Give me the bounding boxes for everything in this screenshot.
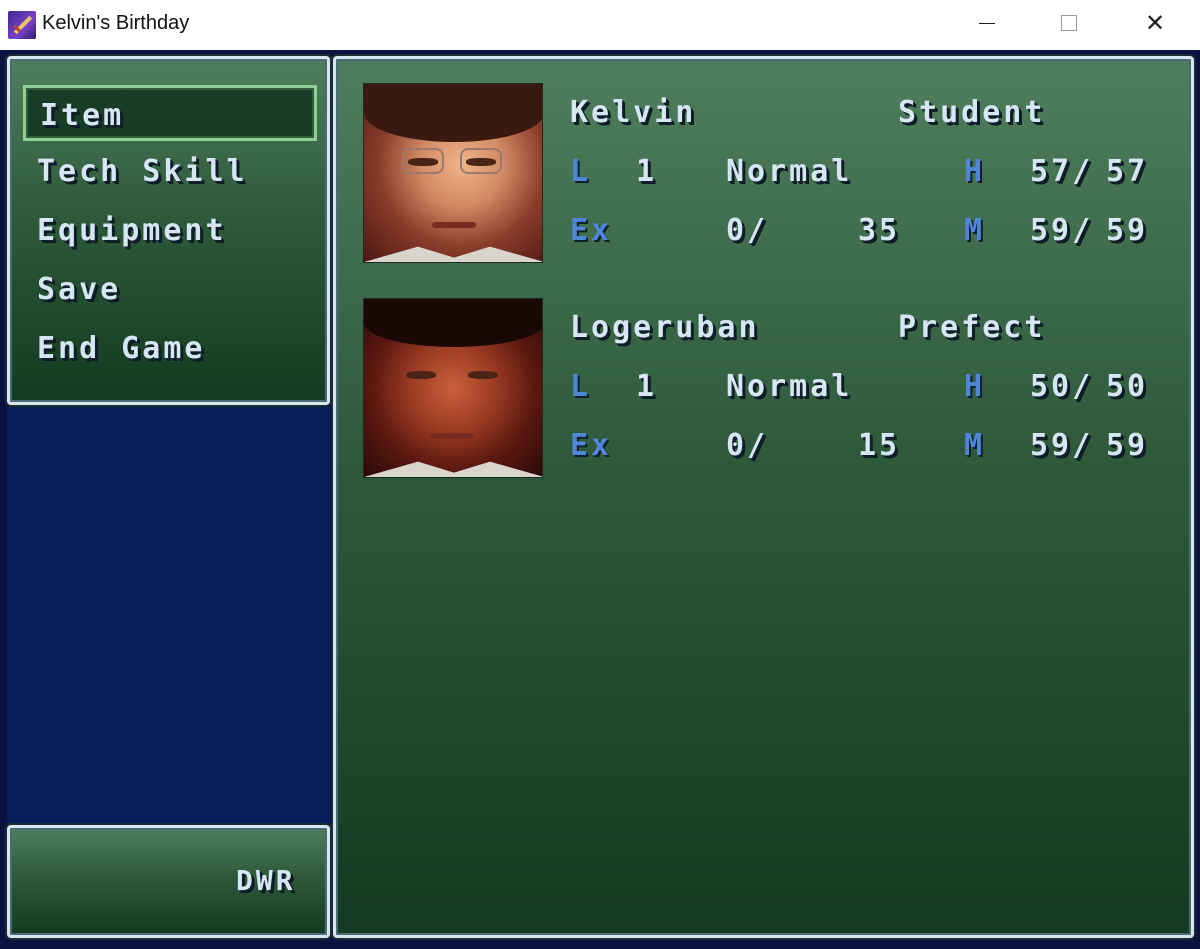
state-value: Normal <box>726 154 853 189</box>
title-bar: Kelvin's Birthday ✕ <box>0 0 1200 50</box>
actor-class: Student <box>898 95 1046 130</box>
exp-label: Ex <box>570 428 613 463</box>
mp-max: 59 <box>1106 428 1149 463</box>
actor-portrait-kelvin[interactable] <box>363 83 543 263</box>
exp-value: 0/ <box>726 428 769 463</box>
exp-next: 35 <box>858 213 901 248</box>
window-title: Kelvin's Birthday <box>42 12 190 34</box>
hp-label: H <box>964 154 986 189</box>
state-value: Normal <box>726 369 853 404</box>
game-screen: Item Tech Skill Equipment Save End Game … <box>0 50 1200 949</box>
gold-window: DWR <box>7 825 330 938</box>
menu-item-equipment[interactable]: Equipment <box>23 203 317 259</box>
mp-max: 59 <box>1106 213 1149 248</box>
hp-max: 50 <box>1106 369 1149 404</box>
maximize-icon[interactable] <box>1046 0 1092 46</box>
level-label: L <box>570 154 592 189</box>
currency-label: DWR <box>236 864 296 897</box>
actor-name[interactable]: Kelvin <box>570 93 696 133</box>
hp-value: 50/ <box>1030 369 1094 404</box>
hp-max: 57 <box>1106 154 1149 189</box>
hp-label: H <box>964 369 986 404</box>
menu-item-end-game[interactable]: End Game <box>23 321 317 377</box>
mp-value: 59/ <box>1030 428 1094 463</box>
mp-label: M <box>964 428 986 463</box>
close-icon[interactable]: ✕ <box>1132 0 1178 46</box>
minimize-icon[interactable] <box>964 0 1010 46</box>
sword-icon <box>8 11 36 39</box>
menu-item-tech-skill[interactable]: Tech Skill <box>23 144 317 200</box>
hp-value: 57/ <box>1030 154 1094 189</box>
command-menu: Item Tech Skill Equipment Save End Game <box>7 56 330 405</box>
exp-value: 0/ <box>726 213 769 248</box>
level-value: 1 <box>636 369 658 404</box>
mp-value: 59/ <box>1030 213 1094 248</box>
actor-portrait-logeruban[interactable] <box>363 298 543 478</box>
menu-item-save[interactable]: Save <box>23 262 317 318</box>
party-status-window: Kelvin Student L 1 Normal H 57/ 57 Ex 0/… <box>333 56 1194 938</box>
level-label: L <box>570 369 592 404</box>
level-value: 1 <box>636 154 658 189</box>
mp-label: M <box>964 213 986 248</box>
exp-label: Ex <box>570 213 613 248</box>
side-info-panel <box>7 407 330 823</box>
actor-class: Prefect <box>898 310 1046 345</box>
menu-item-item[interactable]: Item <box>23 85 317 141</box>
exp-next: 15 <box>858 428 901 463</box>
actor-name[interactable]: Logeruban <box>570 308 760 348</box>
